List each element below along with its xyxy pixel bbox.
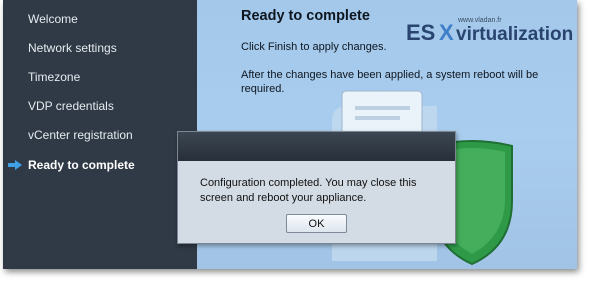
nav-item-label: vCenter registration [28,128,133,142]
finish-instruction: Click Finish to apply changes. [241,41,387,53]
page-title: Ready to complete [241,8,370,24]
nav-item-network-settings[interactable]: Network settings [3,35,197,61]
completion-dialog: Configuration completed. You may close t… [177,131,456,244]
nav-item-label: VDP credentials [28,99,114,113]
nav-item-timezone[interactable]: Timezone [3,64,197,90]
logo-suffix: virtualization [456,24,573,45]
logo-x: X [439,20,454,45]
nav-item-label: Timezone [28,70,81,84]
wizard-sidebar: Welcome Network settings Timezone VDP cr… [3,0,197,269]
nav-item-label: Ready to complete [28,158,135,172]
esx-virtualization-logo: ES X virtualization [406,20,573,45]
logo-prefix: ES [406,20,435,45]
nav-item-vdp-credentials[interactable]: VDP credentials [3,93,197,119]
nav-item-label: Welcome [28,12,78,26]
dialog-titlebar[interactable] [178,132,455,161]
arrow-right-icon [8,160,22,170]
nav-item-vcenter-registration[interactable]: vCenter registration [3,122,197,148]
nav-item-ready-to-complete[interactable]: Ready to complete [3,152,197,178]
dialog-message: Configuration completed. You may close t… [200,177,417,204]
ok-button[interactable]: OK [286,214,347,233]
nav-item-welcome[interactable]: Welcome [3,6,197,32]
nav-item-label: Network settings [28,41,117,55]
